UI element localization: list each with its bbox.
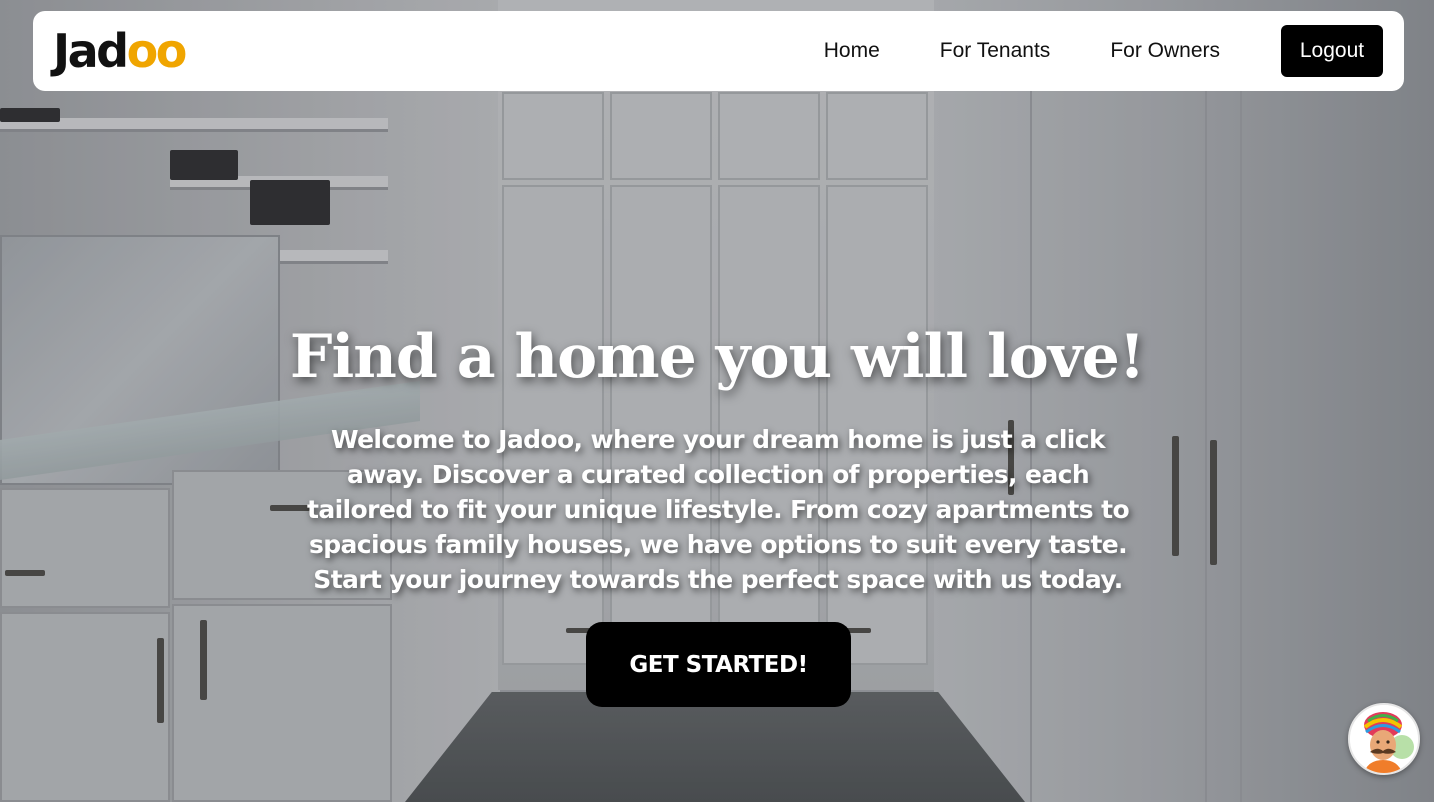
logo-text-accent: oo: [126, 24, 188, 78]
jadoo-logo[interactable]: Jadoo: [53, 28, 187, 74]
assistant-avatar[interactable]: [1348, 703, 1420, 775]
nav-link-for-tenants[interactable]: For Tenants: [940, 39, 1051, 63]
hero-description: Welcome to Jadoo, where your dream home …: [306, 425, 1130, 594]
logo-text-prefix: Jad: [53, 24, 129, 78]
nav-link-for-owners[interactable]: For Owners: [1110, 39, 1220, 63]
turbaned-man-avatar-icon: [1350, 705, 1418, 773]
get-started-button[interactable]: GET STARTED!: [586, 622, 851, 707]
nav-link-home[interactable]: Home: [824, 39, 880, 63]
nav-links: Home For Tenants For Owners: [824, 39, 1220, 63]
logout-button[interactable]: Logout: [1281, 25, 1383, 77]
hero-title: Find a home you will love!: [289, 322, 1145, 392]
navbar: Jadoo Home For Tenants For Owners Logout: [33, 11, 1404, 91]
